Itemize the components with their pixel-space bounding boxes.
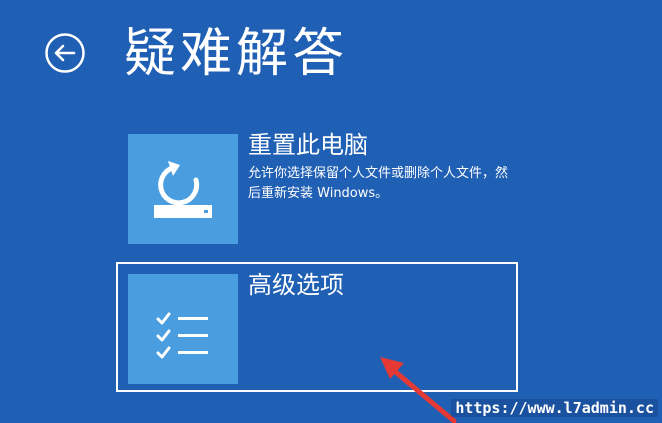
checklist-icon <box>156 312 208 359</box>
page-title: 疑难解答 <box>124 24 349 84</box>
reset-pc-tile <box>128 134 238 244</box>
watermark: https://www.l7admin.cc <box>451 399 658 417</box>
back-arrow-icon <box>45 33 85 73</box>
reset-pc-title: 重置此电脑 <box>248 131 368 159</box>
reset-pc-icon <box>154 161 212 218</box>
advanced-options-option[interactable]: 高级选项 <box>116 262 518 392</box>
back-button[interactable] <box>44 32 86 74</box>
advanced-options-tile <box>128 274 238 384</box>
advanced-options-title: 高级选项 <box>248 271 344 299</box>
reset-pc-description: 允许你选择保留个人文件或删除个人文件，然后重新安装 Windows。 <box>248 166 509 201</box>
reset-pc-option[interactable]: 重置此电脑 允许你选择保留个人文件或删除个人文件，然后重新安装 Windows。 <box>118 124 538 250</box>
